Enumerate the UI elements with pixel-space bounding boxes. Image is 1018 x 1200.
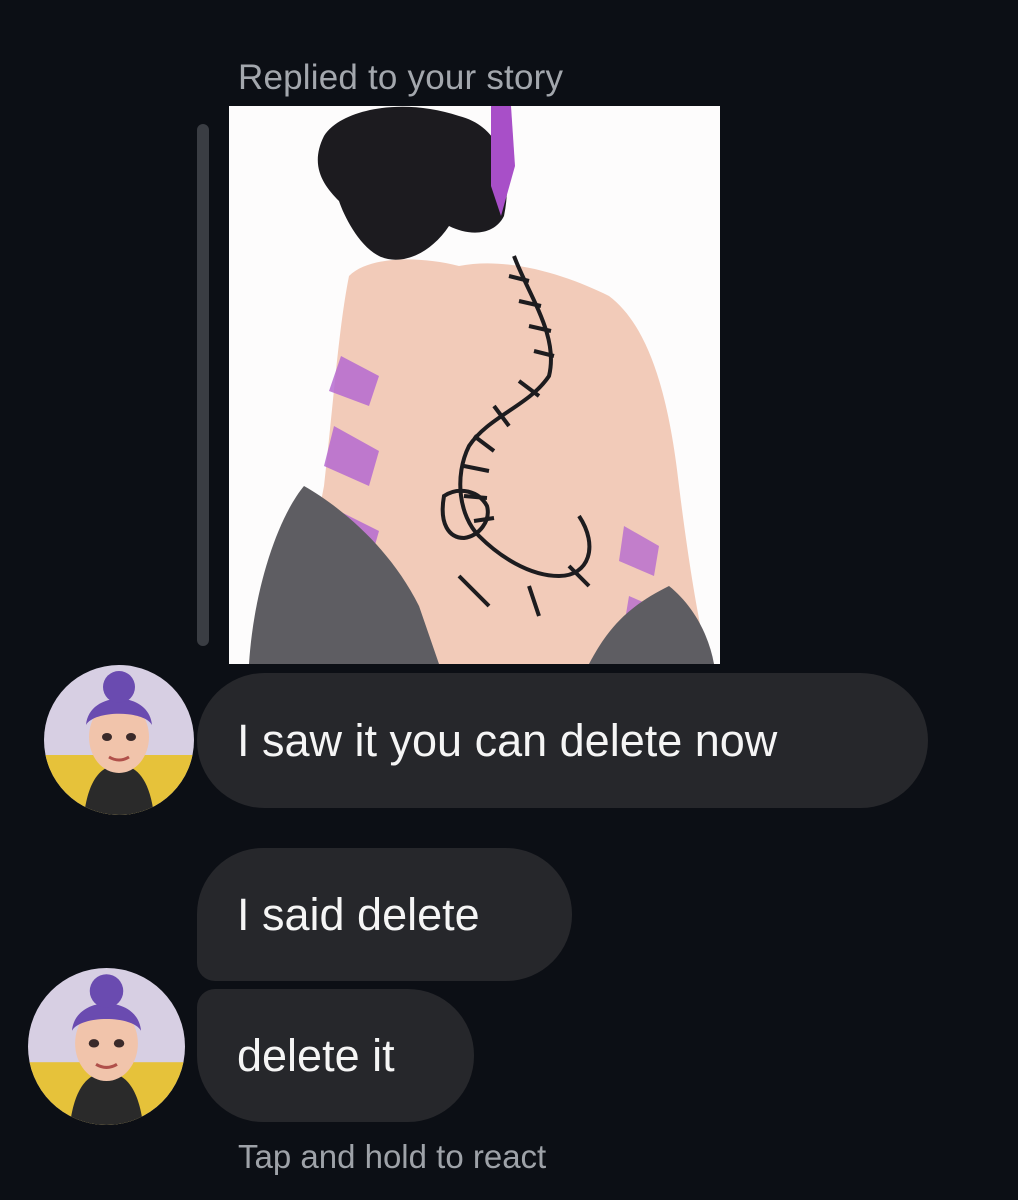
- avatar-icon: [28, 968, 185, 1125]
- react-hint: Tap and hold to react: [238, 1138, 547, 1175]
- story-reply-label: Replied to your story: [238, 58, 564, 97]
- reply-indicator-bar: [197, 124, 209, 646]
- message-text: I said delete: [237, 888, 480, 940]
- message-bubble[interactable]: delete it: [197, 989, 474, 1122]
- story-image[interactable]: [229, 106, 720, 664]
- message-bubble[interactable]: I saw it you can delete now: [197, 673, 928, 808]
- story-image-icon: [229, 106, 720, 664]
- message-text: I saw it you can delete now: [237, 714, 778, 766]
- sender-avatar[interactable]: [28, 968, 185, 1125]
- avatar-icon: [44, 665, 194, 815]
- message-bubble[interactable]: I said delete: [197, 848, 572, 981]
- message-text: delete it: [237, 1029, 395, 1081]
- dm-thread: Replied to your story I saw it you can d…: [0, 0, 1018, 1200]
- sender-avatar[interactable]: [44, 665, 194, 815]
